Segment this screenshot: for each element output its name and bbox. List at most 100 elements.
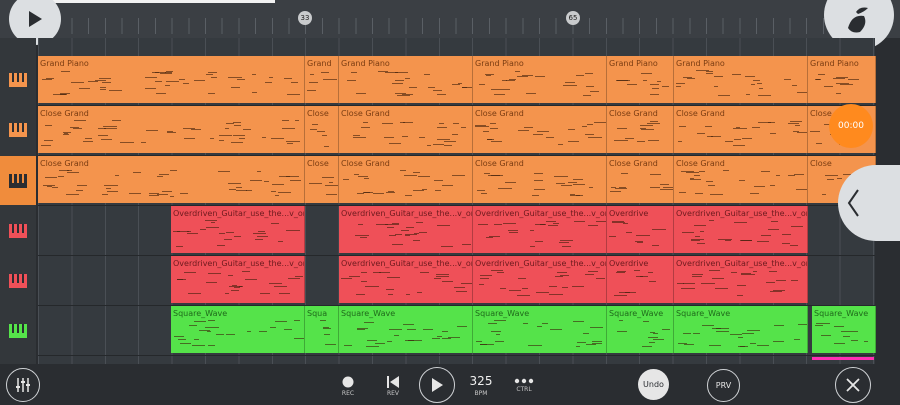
clip-label: Close — [307, 159, 329, 168]
clip-grand-piano[interactable]: Grand Piano — [473, 56, 607, 103]
tempo-control[interactable]: 325 BPM — [466, 374, 496, 397]
bar-marker-33[interactable]: 33 — [298, 11, 312, 25]
clip-grand-piano[interactable]: Grand Piano — [674, 56, 808, 103]
midi-note — [731, 272, 737, 274]
play-button[interactable] — [419, 367, 455, 403]
midi-note — [211, 77, 218, 79]
clip-grand-piano[interactable]: Grand Piano — [607, 56, 674, 103]
track-4-instrument[interactable] — [0, 206, 36, 255]
timeline-ruler[interactable]: 33 65 — [0, 0, 900, 38]
rec-button[interactable]: REC — [337, 376, 359, 397]
clip-overdriven-guitar[interactable]: Overdriven_Guitar_use_the...v_one — [674, 206, 808, 253]
midi-note — [270, 327, 276, 329]
midi-note — [148, 194, 159, 196]
midi-note — [775, 280, 786, 282]
midi-note — [436, 274, 450, 276]
clip-close-grand[interactable]: Close Grand — [674, 156, 808, 203]
close-button[interactable] — [835, 367, 871, 403]
midi-note — [289, 179, 301, 181]
undo-button[interactable]: Undo — [638, 369, 669, 400]
mixer-button[interactable] — [6, 368, 40, 402]
midi-note — [227, 182, 242, 184]
track-1-instrument[interactable] — [0, 55, 36, 104]
clip-close-grand[interactable]: Close Grand — [607, 106, 674, 153]
midi-note — [274, 194, 280, 196]
clip-square-wave[interactable]: Square_Wave — [812, 306, 876, 353]
midi-note — [359, 237, 368, 239]
clip-notes — [307, 120, 336, 149]
midi-note — [341, 278, 353, 280]
playlist-area[interactable]: Grand Piano Grand Grand Piano Grand Pian… — [38, 38, 876, 364]
midi-note — [697, 242, 706, 244]
midi-note — [224, 128, 230, 130]
midi-note — [237, 79, 245, 81]
clip-grand-piano[interactable]: Grand Piano — [38, 56, 305, 103]
clip-overdriven-guitar[interactable]: Overdriven_Guitar_use_the...v_one — [339, 256, 473, 303]
track-5-instrument[interactable] — [0, 256, 36, 305]
prv-button[interactable]: PRV — [707, 369, 740, 402]
clip-notes — [40, 120, 302, 149]
midi-note — [650, 187, 660, 188]
clip-close-grand[interactable]: Close Grand — [339, 156, 473, 203]
midi-note — [462, 244, 472, 246]
piano-icon — [9, 122, 27, 137]
midi-note — [810, 130, 820, 132]
clip-close-grand[interactable]: Close Grand — [38, 156, 305, 203]
clip-grand-piano[interactable]: Grand Piano — [808, 56, 876, 103]
time-display[interactable]: 00:00 — [829, 104, 873, 148]
clip-close-grand[interactable]: Close Grand — [473, 106, 607, 153]
clip-square-wave[interactable]: Squa — [305, 306, 339, 353]
clip-notes — [341, 320, 470, 349]
clip-close-grand[interactable]: Close Grand — [339, 106, 473, 153]
midi-note — [642, 79, 648, 81]
clip-close-grand[interactable]: Close Grand — [38, 106, 305, 153]
track-2-instrument[interactable] — [0, 105, 36, 154]
clip-square-wave[interactable]: Square_Wave — [473, 306, 607, 353]
ctrl-button[interactable]: CTRL — [512, 378, 536, 393]
clip-square-wave[interactable]: Square_Wave — [339, 306, 473, 353]
clip-close-grand[interactable]: Close Grand — [473, 156, 607, 203]
midi-note — [697, 132, 706, 134]
clip-square-wave[interactable]: Square_Wave — [607, 306, 674, 353]
midi-note — [589, 326, 603, 328]
midi-note — [362, 121, 369, 123]
clip-grand-piano[interactable]: Grand Piano — [339, 56, 473, 103]
midi-note — [588, 136, 603, 138]
midi-note — [560, 275, 570, 277]
clip-grand-piano[interactable]: Grand — [305, 56, 339, 103]
clip-overdriven-guitar[interactable]: Overdriven_Guitar_use_the...v_one — [674, 256, 808, 303]
midi-note — [648, 280, 657, 282]
midi-note — [537, 130, 550, 132]
bar-marker-65[interactable]: 65 — [566, 11, 580, 25]
clip-close-grand[interactable]: Close — [305, 106, 339, 153]
clip-overdriven-guitar[interactable]: Overdriven_Guitar_use_the...v_one — [339, 206, 473, 253]
clip-square-wave[interactable]: Square_Wave — [171, 306, 305, 353]
midi-note — [509, 289, 521, 291]
midi-note — [286, 143, 294, 145]
midi-note — [360, 272, 367, 274]
clip-overdriven-guitar[interactable]: Overdriven_Guitar_use_the...v_one — [171, 256, 305, 303]
clip-overdriven-guitar[interactable]: Overdriven_Guitar_use_the...v_one — [473, 256, 607, 303]
clip-overdriven-guitar[interactable]: Overdrive — [607, 206, 674, 253]
clip-square-wave[interactable]: Square_Wave — [674, 306, 808, 353]
midi-note — [440, 245, 453, 247]
clip-close-grand[interactable]: Close Grand — [607, 156, 674, 203]
midi-note — [759, 88, 764, 90]
midi-note — [681, 287, 696, 289]
clip-overdriven-guitar[interactable]: Overdriven_Guitar_use_the...v_one — [473, 206, 607, 253]
track-3-instrument[interactable] — [0, 156, 36, 205]
midi-note — [156, 92, 167, 94]
midi-note — [217, 170, 231, 172]
track-6-instrument[interactable] — [0, 306, 36, 355]
clip-overdriven-guitar[interactable]: Overdriven_Guitar_use_the...v_one — [171, 206, 305, 253]
midi-note — [505, 181, 516, 183]
midi-note — [508, 229, 518, 231]
clip-notes — [676, 320, 807, 349]
rev-button[interactable]: REV — [382, 376, 404, 397]
midi-note — [596, 220, 606, 222]
clip-close-grand[interactable]: Close Grand — [674, 106, 808, 153]
clip-close-grand[interactable]: Close — [305, 156, 339, 203]
clip-overdriven-guitar[interactable]: Overdrive — [607, 256, 674, 303]
midi-note — [412, 240, 420, 242]
midi-note — [508, 231, 518, 233]
